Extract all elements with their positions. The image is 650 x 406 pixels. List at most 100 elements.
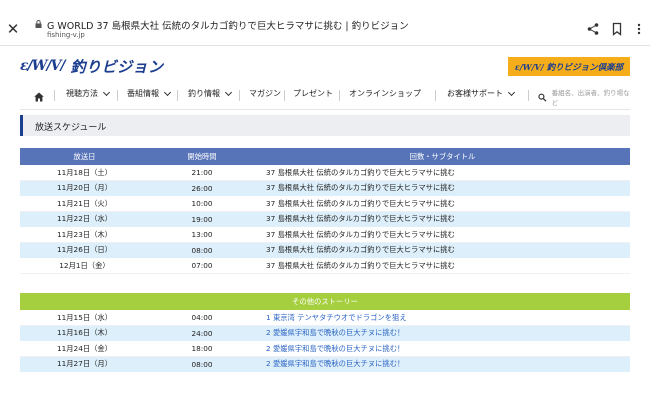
start-time: 13:00	[149, 227, 255, 243]
logo-mark: ɛ/W/V/	[20, 58, 65, 74]
episode-title: 37 島根県大社 伝統のタルカゴ釣りで巨大ヒラマサに挑む	[255, 242, 630, 259]
column-header-title: 回数・サブタイトル	[255, 148, 630, 165]
home-icon[interactable]	[34, 92, 44, 102]
search-input[interactable]: 番組名、出演者、釣り場など	[538, 88, 632, 107]
episode-title: 37 島根県大社 伝統のタルカゴ釣りで巨大ヒラマサに挑む	[255, 196, 630, 212]
broadcast-date: 12月1日（金）	[20, 258, 149, 274]
broadcast-date: 11月18日（土）	[20, 165, 149, 181]
nav-item-magazine[interactable]: マガジン	[249, 88, 281, 99]
table-row: 12月1日（金） 07:00 37 島根県大社 伝統のタルカゴ釣りで巨大ヒラマサ…	[20, 258, 630, 274]
page-url[interactable]: fishing-v.jp	[47, 31, 85, 39]
start-time: 04:00	[149, 310, 255, 326]
nav-item-label: プレゼント	[293, 89, 333, 98]
start-time: 19:00	[149, 211, 255, 228]
nav-item-online-shop[interactable]: オンラインショップ	[349, 88, 421, 99]
episode-title: 37 島根県大社 伝統のタルカゴ釣りで巨大ヒラマサに挑む	[255, 180, 630, 197]
broadcast-date: 11月20日（月）	[20, 180, 149, 197]
episode-link[interactable]: 2 愛媛県宇和島で晩秋の巨大チヌに挑む！	[255, 356, 630, 373]
broadcast-date: 11月16日（木）	[20, 325, 149, 342]
episode-title: 37 島根県大社 伝統のタルカゴ釣りで巨大ヒラマサに挑む	[255, 258, 630, 274]
broadcast-date: 11月27日（月）	[20, 356, 149, 373]
section-title: 放送スケジュール	[35, 123, 107, 133]
table-row: 11月27日（月） 08:00 2 愛媛県宇和島で晩秋の巨大チヌに挑む！	[20, 356, 630, 373]
page-title: G WORLD 37 島根県大社 伝統のタルカゴ釣りで巨大ヒラマサに挑む | 釣…	[47, 21, 409, 32]
start-time: 08:00	[149, 356, 255, 373]
chevron-down-icon	[163, 88, 172, 96]
nav-item-fishing-info[interactable]: 釣り情報	[188, 88, 233, 99]
chevron-down-icon	[224, 88, 233, 96]
nav-item-label: マガジン	[249, 89, 281, 98]
start-time: 24:00	[149, 325, 255, 342]
start-time: 07:00	[149, 258, 255, 274]
start-time: 26:00	[149, 180, 255, 197]
broadcast-date: 11月26日（日）	[20, 242, 149, 259]
column-header-date: 放送日	[20, 148, 149, 165]
nav-item-label: お客様サポート	[447, 89, 503, 98]
broadcast-date: 11月22日（水）	[20, 211, 149, 228]
nav-item-support[interactable]: お客様サポート	[447, 88, 516, 99]
other-stories-table: その他のストーリー 11月15日（水） 04:00 1 東京湾 テンヤタチウオで…	[20, 293, 630, 373]
table-row: 11月15日（水） 04:00 1 東京湾 テンヤタチウオでドラゴンを狙え	[20, 310, 630, 326]
table-row: 11月18日（土） 21:00 37 島根県大社 伝統のタルカゴ釣りで巨大ヒラマ…	[20, 165, 630, 181]
browser-top-bar: ✕ G WORLD 37 島根県大社 伝統のタルカゴ釣りで巨大ヒラマサに挑む |…	[0, 0, 650, 46]
nav-separator	[117, 90, 118, 101]
start-time: 18:00	[149, 341, 255, 357]
table-row: 11月24日（金） 18:00 2 愛媛県宇和島で晩秋の巨大チヌに挑む！	[20, 341, 630, 357]
nav-separator	[54, 90, 55, 101]
club-banner-button[interactable]: ɛ/W/V/ 釣りビジョン倶楽部	[508, 57, 630, 76]
table-row: 11月20日（月） 26:00 37 島根県大社 伝統のタルカゴ釣りで巨大ヒラマ…	[20, 180, 630, 197]
episode-title: 37 島根県大社 伝統のタルカゴ釣りで巨大ヒラマサに挑む	[255, 227, 630, 243]
broadcast-date: 11月24日（金）	[20, 341, 149, 357]
table-row: 11月21日（火） 10:00 37 島根県大社 伝統のタルカゴ釣りで巨大ヒラマ…	[20, 196, 630, 212]
site-logo[interactable]: ɛ/W/V/ 釣りビジョン	[20, 56, 163, 76]
schedule-table: 放送日 開始時間 回数・サブタイトル 11月18日（土） 21:00 37 島根…	[20, 148, 630, 274]
search-placeholder: 番組名、出演者、釣り場など	[551, 89, 630, 107]
page-bottom-margin	[0, 384, 650, 406]
club-text: 釣りビジョン倶楽部	[546, 62, 624, 73]
nav-item-label: オンラインショップ	[349, 89, 421, 98]
nav-separator	[339, 90, 340, 101]
broadcast-date: 11月23日（木）	[20, 227, 149, 243]
more-vert-icon[interactable]	[632, 22, 646, 36]
episode-title: 37 島根県大社 伝統のタルカゴ釣りで巨大ヒラマサに挑む	[255, 211, 630, 228]
nav-separator	[177, 90, 178, 101]
table-header-row: その他のストーリー	[20, 293, 630, 310]
broadcast-date: 11月15日（水）	[20, 310, 149, 326]
nav-item-label: 視聴方法	[66, 89, 98, 98]
close-icon[interactable]: ✕	[6, 22, 20, 37]
episode-link[interactable]: 1 東京湾 テンヤタチウオでドラゴンを狙え	[255, 310, 630, 326]
table-row: 11月22日（水） 19:00 37 島根県大社 伝統のタルカゴ釣りで巨大ヒラマ…	[20, 211, 630, 228]
start-time: 10:00	[149, 196, 255, 212]
nav-divider	[20, 109, 630, 110]
share-icon[interactable]	[586, 22, 600, 36]
episode-link[interactable]: 2 愛媛県宇和島で晩秋の巨大チヌに挑む！	[255, 325, 630, 342]
start-time: 08:00	[149, 242, 255, 259]
nav-item-present[interactable]: プレゼント	[293, 88, 333, 99]
chevron-down-icon	[507, 88, 516, 96]
search-icon	[538, 93, 547, 102]
start-time: 21:00	[149, 165, 255, 181]
table-row: 11月26日（日） 08:00 37 島根県大社 伝統のタルカゴ釣りで巨大ヒラマ…	[20, 242, 630, 259]
table-row: 11月23日（木） 13:00 37 島根県大社 伝統のタルカゴ釣りで巨大ヒラマ…	[20, 227, 630, 243]
table-row: 11月16日（木） 24:00 2 愛媛県宇和島で晩秋の巨大チヌに挑む！	[20, 325, 630, 342]
chevron-down-icon	[102, 88, 111, 96]
nav-item-label: 番組情報	[127, 89, 159, 98]
column-header-time: 開始時間	[149, 148, 255, 165]
section-header: 放送スケジュール	[20, 115, 630, 136]
logo-text: 釣りビジョン	[70, 57, 164, 76]
nav-item-programs[interactable]: 番組情報	[127, 88, 172, 99]
table-header-row: 放送日 開始時間 回数・サブタイトル	[20, 148, 630, 165]
nav-item-label: 釣り情報	[188, 89, 220, 98]
nav-separator	[239, 90, 240, 101]
nav-separator	[284, 90, 285, 101]
bookmark-icon[interactable]	[610, 22, 624, 36]
episode-title: 37 島根県大社 伝統のタルカゴ釣りで巨大ヒラマサに挑む	[255, 165, 630, 181]
nav-separator	[528, 90, 529, 101]
club-logo-mark: ɛ/W/V/	[514, 61, 544, 72]
other-stories-header: その他のストーリー	[20, 293, 630, 310]
broadcast-date: 11月21日（火）	[20, 196, 149, 212]
episode-link[interactable]: 2 愛媛県宇和島で晩秋の巨大チヌに挑む！	[255, 341, 630, 357]
nav-item-viewing[interactable]: 視聴方法	[66, 88, 111, 99]
nav-separator	[435, 90, 436, 101]
lock-icon	[35, 20, 42, 28]
